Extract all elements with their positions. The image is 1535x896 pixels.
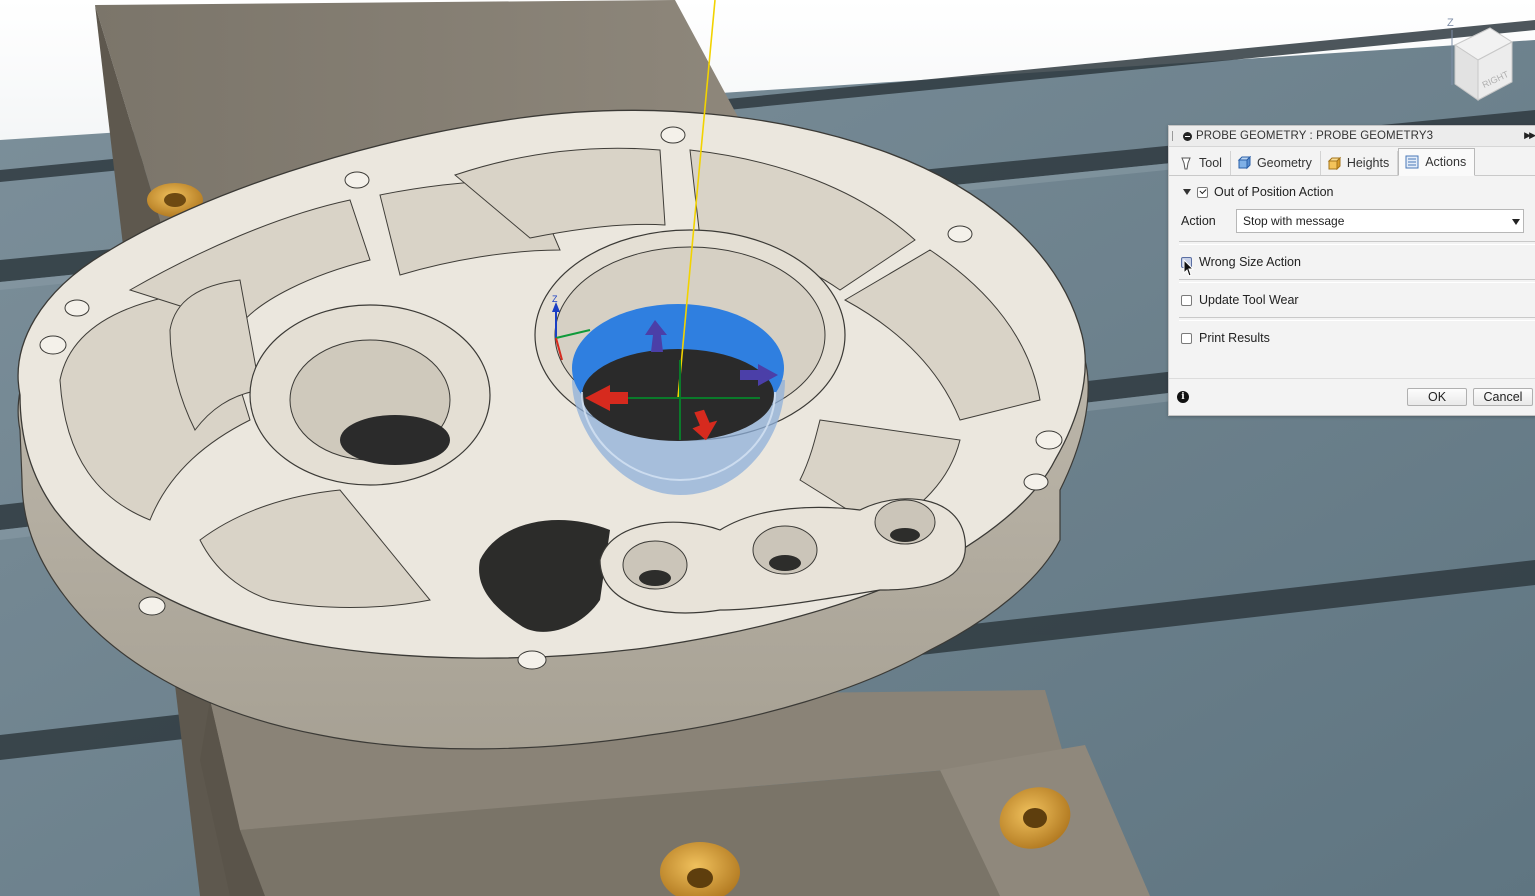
tab-label: Heights xyxy=(1346,156,1390,170)
expand-dialog-icon[interactable]: ▶▶ xyxy=(1524,130,1535,141)
action-select-value: Stop with message xyxy=(1243,214,1345,228)
wrong-size-label: Wrong Size Action xyxy=(1199,255,1301,269)
heights-icon xyxy=(1327,156,1341,170)
update-tool-wear-checkbox[interactable] xyxy=(1181,294,1192,306)
actions-icon xyxy=(1405,155,1419,169)
out-of-position-group: Out of Position Action xyxy=(1179,179,1526,205)
print-results-label: Print Results xyxy=(1199,331,1270,345)
out-of-position-label: Out of Position Action xyxy=(1214,185,1334,199)
out-of-position-checkbox[interactable] xyxy=(1197,186,1208,198)
update-tool-wear-row: Update Tool Wear xyxy=(1179,283,1526,317)
drag-handle[interactable] xyxy=(1172,131,1175,141)
tab-actions[interactable]: Actions xyxy=(1398,148,1476,176)
collapse-group-icon[interactable] xyxy=(1183,189,1191,195)
ok-button[interactable]: OK xyxy=(1407,388,1467,406)
view-cube-axis-label: Z xyxy=(1447,17,1454,29)
chevron-down-icon xyxy=(1512,219,1520,225)
info-icon[interactable]: i xyxy=(1177,391,1189,403)
tab-label: Actions xyxy=(1425,155,1467,169)
print-results-checkbox[interactable] xyxy=(1181,332,1192,344)
action-select[interactable]: Stop with message xyxy=(1236,209,1524,233)
mouse-cursor-icon xyxy=(1183,259,1195,277)
tab-heights[interactable]: Heights xyxy=(1321,151,1399,175)
tab-tool[interactable]: Tool xyxy=(1173,151,1231,175)
dialog-tabs: Tool Geometry Heights Actions xyxy=(1169,147,1535,176)
print-results-row: Print Results xyxy=(1179,321,1526,355)
dialog-title: PROBE GEOMETRY : PROBE GEOMETRY3 xyxy=(1196,130,1434,142)
dialog-footer: i OK Cancel xyxy=(1169,378,1535,415)
probe-geometry-dialog: PROBE GEOMETRY : PROBE GEOMETRY3 ▶▶ Tool… xyxy=(1168,125,1535,416)
dialog-content: Out of Position Action Action Stop with … xyxy=(1169,179,1535,355)
svg-text:Z: Z xyxy=(552,294,558,304)
collapse-dialog-icon[interactable] xyxy=(1183,131,1192,141)
cancel-button[interactable]: Cancel xyxy=(1473,388,1533,406)
tab-label: Tool xyxy=(1199,156,1222,170)
tab-label: Geometry xyxy=(1256,156,1312,170)
wrong-size-row: Wrong Size Action xyxy=(1179,245,1526,279)
geometry-icon xyxy=(1237,156,1251,170)
action-label: Action xyxy=(1181,214,1216,228)
tab-geometry[interactable]: Geometry xyxy=(1231,151,1321,175)
action-row: Action Stop with message xyxy=(1179,206,1526,236)
dialog-title-bar[interactable]: PROBE GEOMETRY : PROBE GEOMETRY3 ▶▶ xyxy=(1169,126,1535,147)
update-tool-wear-label: Update Tool Wear xyxy=(1199,293,1299,307)
tool-icon xyxy=(1181,157,1191,170)
